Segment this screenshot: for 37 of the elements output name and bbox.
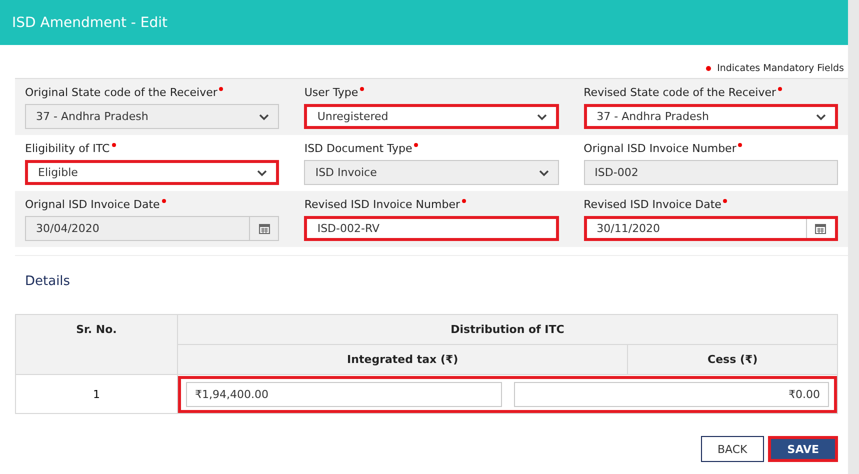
field-label: Revised ISD Invoice Date xyxy=(584,198,838,211)
amount-field[interactable]: ₹0.00 xyxy=(514,382,829,406)
column-header: Distribution of ITC xyxy=(178,314,838,344)
required-dot xyxy=(162,199,166,203)
amount-field[interactable]: ₹1,94,400.00 xyxy=(186,382,502,406)
field-label: Original State code of the Receiver xyxy=(25,86,280,99)
page-header: ISD Amendment - Edit xyxy=(0,0,848,45)
back-button[interactable]: BACK xyxy=(700,436,764,462)
required-dot xyxy=(112,143,116,147)
field-label: Eligibility of ITC xyxy=(25,142,280,155)
required-dot xyxy=(219,87,224,91)
mandatory-note: Indicates Mandatory Fields xyxy=(717,63,844,74)
column-header: Cess (₹) xyxy=(628,344,838,374)
required-dot xyxy=(738,143,742,147)
table-cell: 1 xyxy=(16,374,178,414)
select-field[interactable]: Eligible xyxy=(25,160,280,185)
input-field[interactable]: ISD-002-RV xyxy=(304,216,559,241)
save-button[interactable]: SAVE xyxy=(768,436,838,462)
select-field[interactable]: Unregistered xyxy=(304,104,559,129)
field-label: User Type xyxy=(304,86,559,99)
required-dot xyxy=(706,66,712,71)
field-label: Revised ISD Invoice Number xyxy=(304,198,559,211)
required-dot xyxy=(414,143,418,147)
select-field[interactable]: 37 - Andhra Pradesh xyxy=(584,104,838,129)
required-dot xyxy=(360,87,364,91)
column-header: Sr. No. xyxy=(16,314,178,374)
field-label: Revised State code of the Receiver xyxy=(584,86,838,99)
required-dot xyxy=(723,199,728,203)
required-dot xyxy=(462,199,466,203)
field-label: Orignal ISD Invoice Number xyxy=(584,142,838,155)
date-field[interactable]: 30/11/2020 xyxy=(584,216,838,241)
field-label: Orignal ISD Invoice Date xyxy=(25,198,280,211)
section-title: Details xyxy=(25,274,70,289)
column-header: Integrated tax (₹) xyxy=(178,344,628,374)
calendar-icon[interactable] xyxy=(815,223,826,234)
required-dot xyxy=(778,87,782,91)
field-label: ISD Document Type xyxy=(304,142,559,155)
